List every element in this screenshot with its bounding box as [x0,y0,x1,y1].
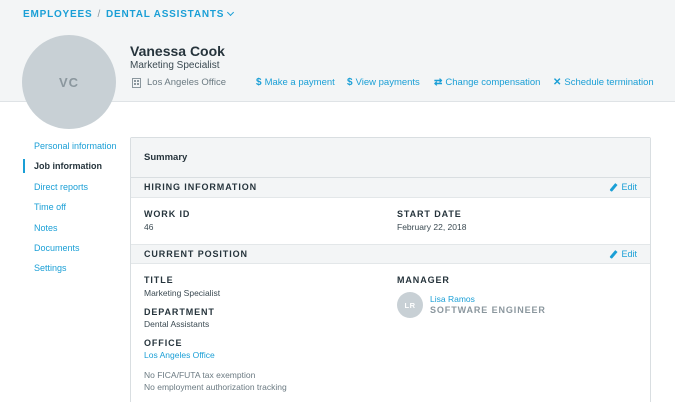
sidebar-item-settings[interactable]: Settings [23,262,123,282]
position-edit-label: Edit [621,249,637,259]
change-compensation-label: Change compensation [445,77,541,88]
breadcrumb-employees[interactable]: EMPLOYEES [23,9,92,20]
hiring-edit-button[interactable]: Edit [609,182,637,192]
department-value: Dental Assistants [144,319,210,329]
schedule-termination-button[interactable]: ✕ Schedule termination [553,77,654,88]
employee-name: Vanessa Cook [130,43,225,59]
dollar-icon: $ [256,77,262,88]
breadcrumb-separator: / [97,9,102,20]
pencil-icon [609,182,619,192]
hiring-edit-label: Edit [621,182,637,192]
start-date-label: START DATE [397,209,462,219]
summary-card: Summary HIRING INFORMATION Edit WORK ID … [130,137,651,402]
employee-role: Marketing Specialist [130,60,220,71]
pencil-icon [609,249,619,259]
position-edit-button[interactable]: Edit [609,249,637,259]
summary-title: Summary [131,138,650,178]
department-label: DEPARTMENT [144,307,215,317]
work-id-value: 46 [144,222,154,232]
view-payments-label: View payments [355,77,420,88]
dollar-icon: $ [347,77,353,88]
sidebar-item-personal-information[interactable]: Personal information [23,140,123,160]
current-position-heading: CURRENT POSITION Edit [131,244,650,264]
breadcrumb-dental-assistants[interactable]: DENTAL ASSISTANTS [106,9,224,20]
close-icon: ✕ [553,77,562,88]
office-label: OFFICE [144,338,183,348]
title-label: TITLE [144,275,174,285]
manager-title: SOFTWARE ENGINEER [430,305,546,315]
sidebar-item-documents[interactable]: Documents [23,242,123,262]
avatar: VC [22,35,116,129]
swap-icon: ⇄ [434,77,443,88]
office-link[interactable]: Los Angeles Office [144,350,215,360]
sidebar-nav: Personal information Job information Dir… [23,140,123,283]
work-id-label: WORK ID [144,209,191,219]
authorization-tracking-note: No employment authorization tracking [144,382,287,392]
sidebar-item-notes[interactable]: Notes [23,222,123,242]
chevron-down-icon[interactable] [227,8,235,17]
sidebar-item-job-information[interactable]: Job information [23,159,123,180]
title-value: Marketing Specialist [144,288,221,298]
make-payment-button[interactable]: $ Make a payment [256,77,335,88]
start-date-value: February 22, 2018 [397,222,467,232]
current-position-label: CURRENT POSITION [144,249,248,259]
schedule-termination-label: Schedule termination [564,77,654,88]
manager-label: MANAGER [397,275,450,285]
sidebar-item-direct-reports[interactable]: Direct reports [23,181,123,201]
tax-exemption-note: No FICA/FUTA tax exemption [144,370,256,380]
hiring-information-heading: HIRING INFORMATION Edit [131,178,650,198]
manager-name-link[interactable]: Lisa Ramos [430,294,475,304]
breadcrumb: EMPLOYEES / DENTAL ASSISTANTS [23,8,235,20]
make-payment-label: Make a payment [264,77,335,88]
change-compensation-button[interactable]: ⇄ Change compensation [434,77,540,88]
manager-avatar: LR [397,292,423,318]
view-payments-button[interactable]: $ View payments [347,77,420,88]
sidebar-item-time-off[interactable]: Time off [23,201,123,221]
hiring-information-label: HIRING INFORMATION [144,182,258,192]
